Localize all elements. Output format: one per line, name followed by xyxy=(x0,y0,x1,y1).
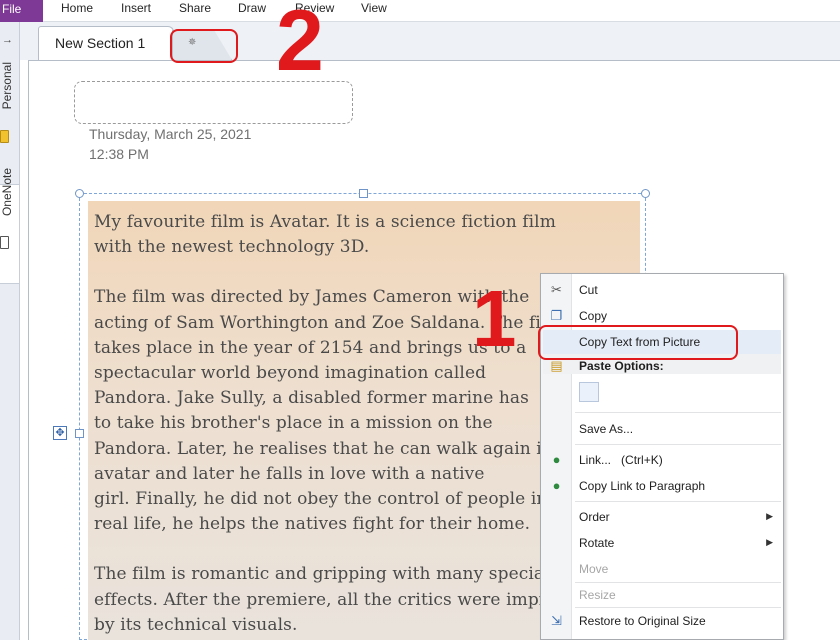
link-icon: ● xyxy=(552,452,561,467)
move-handle-icon[interactable]: ✥ xyxy=(53,426,67,440)
menu-separator xyxy=(575,607,781,608)
scissors-icon: ✂ xyxy=(551,282,562,297)
section-tabs-bar: New Section 1 ✵ xyxy=(20,22,840,60)
menu-link[interactable]: Link... (Ctrl+K) xyxy=(579,453,663,467)
menu-order[interactable]: Order xyxy=(579,510,610,524)
resize-handle[interactable] xyxy=(359,189,368,198)
menu-separator xyxy=(575,582,781,583)
menu-copy-link-to-paragraph[interactable]: Copy Link to Paragraph xyxy=(579,479,705,493)
restore-size-icon: ⇲ xyxy=(551,613,562,628)
menu-separator xyxy=(575,444,781,445)
tab-new-section-1[interactable]: New Section 1 xyxy=(38,26,174,60)
notebook-personal-icon xyxy=(0,130,9,143)
menu-copy[interactable]: Copy xyxy=(579,309,607,323)
callout-new-tab-box xyxy=(170,29,238,63)
menu-save-as[interactable]: Save As... xyxy=(579,422,633,436)
menu-draw[interactable]: Draw xyxy=(238,0,266,16)
menu-restore-original-size[interactable]: Restore to Original Size xyxy=(579,614,706,628)
resize-handle[interactable] xyxy=(75,429,84,438)
menu-cut[interactable]: Cut xyxy=(579,283,598,297)
submenu-arrow-icon: ▶ xyxy=(766,511,773,521)
paste-options-label: Paste Options: xyxy=(579,359,664,373)
menu-rotate[interactable]: Rotate xyxy=(579,536,614,550)
expand-arrow-icon[interactable]: → xyxy=(2,34,13,46)
resize-handle[interactable] xyxy=(641,189,650,198)
menu-resize: Resize xyxy=(579,588,616,602)
file-tab[interactable]: File xyxy=(0,0,43,22)
menu-view[interactable]: View xyxy=(361,0,387,16)
menu-separator xyxy=(575,412,781,413)
picture-paragraph: My favourite film is Avatar. It is a sci… xyxy=(94,212,556,258)
callout-copy-text-box xyxy=(538,325,738,360)
ribbon-menu-bar: File Home Insert Share Draw Review View xyxy=(0,0,840,22)
page-date: Thursday, March 25, 2021 xyxy=(89,126,252,142)
menu-move: Move xyxy=(579,562,609,576)
menu-home[interactable]: Home xyxy=(61,0,93,16)
page-time: 12:38 PM xyxy=(89,146,149,162)
step-number-2: 2 xyxy=(276,0,324,89)
menu-share[interactable]: Share xyxy=(179,0,211,16)
notebook-onenote[interactable]: OneNote xyxy=(0,168,14,216)
onenote-window: File Home Insert Share Draw Review View … xyxy=(0,0,840,640)
notebook-pane: → Personal OneNote xyxy=(0,22,20,640)
menu-separator xyxy=(575,501,781,502)
copy-icon: ❐ xyxy=(550,308,563,323)
paste-picture-button[interactable] xyxy=(579,382,599,402)
notebook-personal[interactable]: Personal xyxy=(0,62,14,109)
menu-insert[interactable]: Insert xyxy=(121,0,151,16)
step-number-1: 1 xyxy=(472,274,517,363)
notebook-onenote-icon xyxy=(0,236,9,249)
link-paragraph-icon: ● xyxy=(552,478,561,493)
submenu-arrow-icon: ▶ xyxy=(766,537,773,547)
resize-handle[interactable] xyxy=(75,189,84,198)
